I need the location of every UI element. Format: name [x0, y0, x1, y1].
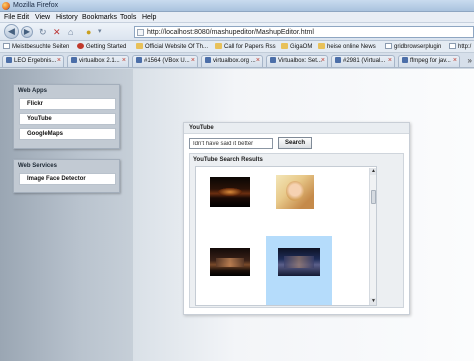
video-thumbnail[interactable]: [278, 248, 320, 276]
bookmarks-toolbar: Meistbesuchte Seiten Getting Started Off…: [0, 41, 474, 53]
folder-icon: [215, 43, 222, 49]
menu-bar: File Edit View History Bookmarks Tools H…: [0, 12, 474, 23]
tab-close-icon[interactable]: ×: [256, 56, 260, 66]
web-apps-header: Web Apps: [18, 88, 48, 94]
tab-favicon-icon: [71, 57, 77, 63]
firefox-logo-icon: [2, 2, 10, 10]
page-content: Web Apps Flickr YouTube GoogleMaps Web S…: [0, 69, 474, 361]
sidebar-item-googlemaps[interactable]: GoogleMaps: [19, 128, 116, 140]
tab-favicon-icon: [270, 57, 276, 63]
video-thumbnail[interactable]: [276, 175, 314, 209]
bulb-icon[interactable]: ●: [86, 26, 91, 38]
bookmark-item[interactable]: Getting Started: [77, 43, 126, 52]
bookmark-item[interactable]: GigaOM: [281, 43, 312, 52]
menu-bookmarks[interactable]: Bookmarks: [82, 13, 117, 22]
stop-icon[interactable]: ✕: [53, 26, 61, 38]
web-services-header: Web Services: [18, 163, 57, 169]
page-icon: [3, 43, 10, 49]
mozilla-icon: [77, 43, 84, 49]
tab-close-icon[interactable]: ×: [122, 56, 126, 66]
tab-close-icon[interactable]: ×: [453, 56, 457, 66]
tab-favicon-icon: [136, 57, 142, 63]
sidebar-item-flickr[interactable]: Flickr: [19, 98, 116, 110]
tab-favicon-icon: [205, 57, 211, 63]
sidebar: Web Apps Flickr YouTube GoogleMaps Web S…: [0, 69, 133, 361]
youtube-results-grid: ▲ ▼: [195, 166, 377, 306]
browser-tab[interactable]: LEO Ergebnis... ×: [2, 55, 64, 67]
folder-icon: [136, 43, 143, 49]
tab-strip: LEO Ergebnis... × virtualbox 2.1... × #156…: [0, 53, 474, 68]
bookmark-item[interactable]: Meistbesuchte Seiten: [3, 43, 69, 52]
tab-favicon-icon: [335, 57, 341, 63]
youtube-search-button[interactable]: Search: [278, 137, 312, 149]
window-title: Mozilla Firefox: [13, 2, 59, 9]
browser-tab[interactable]: Virtualbox: Set... ×: [266, 55, 328, 67]
browser-tab[interactable]: ffmpeg for jav... ×: [398, 55, 460, 67]
forward-icon[interactable]: ▶: [21, 26, 33, 38]
video-result-selected[interactable]: [266, 236, 332, 305]
video-thumbnail[interactable]: [210, 177, 250, 207]
tab-close-icon[interactable]: ×: [388, 56, 392, 66]
video-result[interactable]: [200, 240, 266, 305]
folder-icon: [318, 43, 325, 49]
bookmark-item[interactable]: heise online News: [318, 43, 376, 52]
youtube-panel: YouTube Search YouTube Search Results: [183, 122, 410, 315]
tab-close-icon[interactable]: ×: [57, 56, 61, 66]
video-result[interactable]: [266, 169, 332, 239]
web-apps-panel: Web Apps Flickr YouTube GoogleMaps: [13, 84, 120, 149]
tab-close-icon[interactable]: ×: [191, 56, 195, 66]
menu-view[interactable]: View: [35, 13, 50, 22]
browser-tab[interactable]: #2981 (Virtual... ×: [331, 55, 395, 67]
url-text[interactable]: http://localhost:8080/mashupeditor/Mashu…: [147, 28, 314, 37]
url-bar[interactable]: http://localhost:8080/mashupeditor/Mashu…: [134, 26, 474, 38]
menu-edit[interactable]: Edit: [17, 13, 29, 22]
dropdown-icon[interactable]: ▾: [98, 26, 102, 38]
youtube-results-panel: YouTube Search Results ▲ ▼: [189, 153, 404, 308]
tab-close-icon[interactable]: ×: [321, 56, 325, 66]
menu-help[interactable]: Help: [142, 13, 156, 22]
window-titlebar: Mozilla Firefox: [0, 0, 474, 12]
browser-tab[interactable]: #1564 (VBox U... ×: [132, 55, 198, 67]
navigation-toolbar: ◀ ▶ ↻ ✕ ⌂ ● ▾ http://localhost:8080/mash…: [0, 23, 474, 41]
menu-history[interactable]: History: [56, 13, 78, 22]
browser-tab[interactable]: virtualbox 2.1... ×: [67, 55, 129, 67]
page-favicon-icon: [137, 29, 144, 36]
tab-favicon-icon: [402, 57, 408, 63]
menu-file[interactable]: File: [4, 13, 15, 22]
reload-icon[interactable]: ↻: [39, 26, 47, 38]
home-icon[interactable]: ⌂: [68, 26, 73, 38]
menu-tools[interactable]: Tools: [120, 13, 136, 22]
folder-icon: [281, 43, 288, 49]
video-thumbnail[interactable]: [210, 248, 250, 276]
page-icon: [385, 43, 392, 49]
youtube-panel-title: YouTube: [184, 123, 409, 134]
scroll-thumb[interactable]: [371, 190, 376, 204]
browser-tab[interactable]: virtualbox.org ... ×: [201, 55, 263, 67]
page-icon: [449, 43, 456, 49]
bookmark-item[interactable]: http:/: [449, 43, 471, 52]
video-result[interactable]: [200, 169, 266, 239]
tab-scroll-right-icon[interactable]: »: [468, 56, 472, 65]
bookmark-item[interactable]: Call for Papers Rss: [215, 43, 276, 52]
bookmark-item[interactable]: gridbrowserplugin: [385, 43, 441, 52]
bookmark-item[interactable]: Official Website Of Th...: [136, 43, 208, 52]
tab-favicon-icon: [6, 57, 12, 63]
youtube-results-title: YouTube Search Results: [193, 157, 263, 163]
web-services-panel: Web Services Image Face Detector: [13, 159, 120, 193]
results-vertical-scrollbar[interactable]: ▲ ▼: [369, 168, 376, 305]
scroll-up-icon[interactable]: ▲: [370, 168, 376, 175]
back-icon[interactable]: ◀: [4, 24, 19, 39]
youtube-search-input[interactable]: [189, 138, 273, 149]
scroll-down-icon[interactable]: ▼: [370, 298, 376, 305]
sidebar-item-youtube[interactable]: YouTube: [19, 113, 116, 125]
sidebar-item-image-face-detector[interactable]: Image Face Detector: [19, 173, 116, 185]
